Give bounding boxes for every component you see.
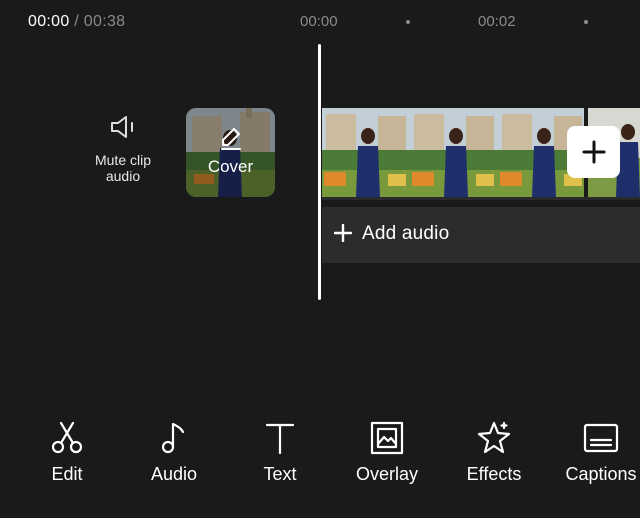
video-track-underline (322, 197, 640, 200)
music-note-icon (161, 422, 185, 454)
bottom-toolbar: Edit Audio Text Overlay Effects Captions (0, 410, 640, 510)
overlay-icon (370, 421, 404, 455)
ruler-mark-1: 00:02 (478, 13, 516, 30)
cover-label: Cover (207, 157, 254, 176)
time-display: 00:00 / 00:38 (28, 13, 125, 31)
tool-overlay[interactable]: Overlay (337, 420, 437, 485)
scissors-icon (51, 421, 83, 454)
ruler-dot (584, 20, 588, 24)
current-time: 00:00 (28, 13, 70, 30)
add-audio-label: Add audio (362, 223, 450, 244)
tool-edit[interactable]: Edit (17, 420, 117, 485)
video-frame (410, 108, 498, 197)
tool-effects-label: Effects (466, 464, 522, 484)
ruler-dot (406, 20, 410, 24)
tool-captions-label: Captions (565, 464, 637, 484)
video-frame (322, 108, 410, 197)
mute-clip-audio-button[interactable]: Mute clip audio (80, 112, 166, 184)
tool-audio-label: Audio (150, 464, 198, 484)
plus-icon (582, 140, 606, 164)
captions-icon (583, 423, 619, 453)
tool-text-label: Text (263, 464, 297, 484)
text-icon (265, 423, 295, 455)
tool-overlay-label: Overlay (355, 464, 418, 484)
tool-captions[interactable]: Captions (551, 420, 640, 485)
mute-clip-label: Mute clip audio (94, 152, 152, 184)
tool-effects[interactable]: Effects (444, 420, 544, 485)
cover-button[interactable]: Cover (186, 108, 275, 197)
tool-text[interactable]: Text (230, 420, 330, 485)
time-separator: / (69, 13, 84, 30)
ruler-mark-0: 00:00 (300, 13, 338, 30)
playhead[interactable] (318, 44, 321, 300)
total-time: 00:38 (83, 13, 126, 30)
pencil-icon (221, 128, 241, 150)
tool-edit-label: Edit (51, 464, 83, 484)
add-audio-button[interactable]: Add audio (322, 207, 640, 263)
tool-audio[interactable]: Audio (124, 420, 224, 485)
add-clip-button[interactable] (567, 126, 620, 178)
cover-overlay (186, 108, 275, 197)
plus-icon (334, 224, 352, 242)
speaker-icon (111, 116, 133, 138)
star-icon (477, 421, 511, 454)
